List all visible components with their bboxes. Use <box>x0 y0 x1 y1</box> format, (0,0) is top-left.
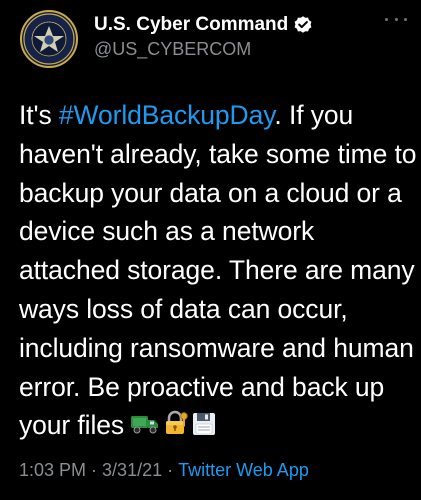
tweet-date[interactable]: 3/31/21 <box>102 460 162 480</box>
user-handle[interactable]: @US_CYBERCOM <box>94 39 251 60</box>
tweet-metadata: 1:03 PM · 3/31/21 · Twitter Web App <box>19 460 309 481</box>
tweet-text: It's #WorldBackupDay. If you haven't alr… <box>19 96 417 447</box>
tweet-line: It's #WorldBackupDay. If you <box>19 96 411 135</box>
tweet-line: haven't already, take some time to <box>19 138 417 169</box>
tweet-line: backup your data on a cloud or a <box>19 177 402 208</box>
tweet-time[interactable]: 1:03 PM <box>19 460 86 480</box>
emoji-group <box>130 408 218 447</box>
verified-badge-icon <box>293 15 313 35</box>
ellipsis-icon[interactable] <box>385 14 407 24</box>
tweet-text-segment: . If you <box>274 100 354 130</box>
tweet-card: U.S. Cyber Command @US_CYBERCOM It's #Wo… <box>0 0 421 500</box>
author-name-row: U.S. Cyber Command <box>94 12 313 38</box>
meta-separator: · <box>91 460 98 480</box>
tweet-line: error. Be proactive and back up <box>19 371 385 402</box>
locked-with-key-icon <box>162 408 190 447</box>
hashtag-link[interactable]: #WorldBackupDay <box>59 100 275 130</box>
floppy-disk-icon <box>192 408 216 447</box>
delivery-truck-icon <box>130 408 160 447</box>
avatar[interactable] <box>20 10 78 68</box>
us-cyber-command-seal-icon <box>23 13 75 65</box>
tweet-source-link[interactable]: Twitter Web App <box>178 460 309 480</box>
display-name[interactable]: U.S. Cyber Command <box>94 14 288 36</box>
tweet-line: device such as a network <box>19 216 315 247</box>
tweet-line: attached storage. There are many <box>19 255 415 286</box>
tweet-line: ways loss of data can occur, <box>19 293 348 324</box>
tweet-line: including ransomware and human <box>19 332 414 363</box>
tweet-text-segment: It's <box>19 100 59 130</box>
tweet-line: your files <box>19 406 411 446</box>
meta-separator: · <box>167 460 174 480</box>
tweet-text-segment: your files <box>19 410 125 441</box>
